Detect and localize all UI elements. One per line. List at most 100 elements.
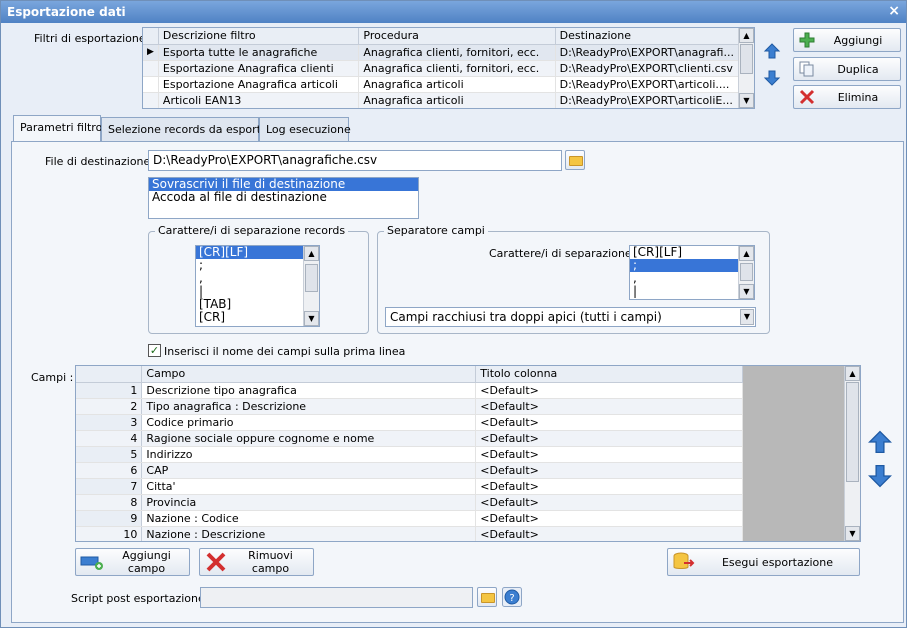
remove-icon	[206, 552, 226, 572]
field-row[interactable]: 3 Codice primario <Default>	[76, 414, 743, 431]
record-separator-list[interactable]: [CR][LF];, | [TAB] [CR] ▲ ▼	[195, 245, 320, 327]
field-number: 3	[76, 414, 143, 431]
filters-col-procedure[interactable]: Procedura	[358, 28, 556, 45]
field-row[interactable]: 9 Nazione : Codice <Default>	[76, 510, 743, 527]
field-column-title: <Default>	[475, 462, 743, 479]
title-bar: Esportazione dati ×	[1, 1, 906, 23]
record-separator-title: Carattere/i di separazione records	[155, 224, 349, 237]
script-browse-folder-icon[interactable]	[477, 587, 497, 607]
filters-col-marker	[143, 28, 159, 45]
record-sep-option[interactable]: ,	[196, 272, 304, 285]
filter-row[interactable]: Esportazione Anagrafica articoli Anagrafi…	[143, 76, 740, 93]
scroll-down-icon[interactable]: ▼	[845, 526, 860, 541]
field-name: Descrizione tipo anagrafica	[141, 382, 477, 399]
scroll-down-icon[interactable]: ▼	[304, 311, 319, 326]
field-name: Tipo anagrafica : Descrizione	[141, 398, 477, 415]
scroll-down-icon[interactable]: ▼	[739, 93, 754, 108]
remove-field-button[interactable]: Rimuovi campo	[199, 548, 314, 576]
filter-row[interactable]: Articoli EAN13 Anagrafica articoli D:\Read…	[143, 92, 740, 108]
quote-mode-select[interactable]: Campi racchiusi tra doppi apici (tutti i…	[385, 307, 756, 327]
field-sep-option[interactable]: ,	[630, 272, 739, 285]
fields-col-field[interactable]: Campo	[141, 366, 477, 383]
field-column-title: <Default>	[475, 430, 743, 447]
filter-description: Esporta tutte le anagrafiche	[158, 44, 360, 61]
dest-file-input[interactable]: D:\ReadyPro\EXPORT\anagrafiche.csv	[148, 150, 562, 171]
field-sep-option[interactable]: [CR][LF]	[630, 246, 739, 259]
write-mode-list[interactable]: Sovrascrivi il file di destinazione Acco…	[148, 177, 419, 219]
script-input[interactable]	[200, 587, 473, 608]
scroll-down-icon[interactable]: ▼	[739, 284, 754, 299]
row-marker	[143, 92, 159, 108]
filter-destination: D:\ReadyPro\EXPORT\articoliE...	[555, 92, 740, 108]
scroll-up-icon[interactable]: ▲	[739, 28, 754, 43]
plus-icon	[799, 32, 815, 48]
filter-procedure: Anagrafica clienti, fornitori, ecc.	[358, 44, 556, 61]
filters-col-description[interactable]: Descrizione filtro	[158, 28, 360, 45]
browse-folder-icon[interactable]	[565, 150, 585, 170]
filters-grid: Descrizione filtro Procedura Destinazion…	[142, 27, 755, 109]
duplicate-filter-button[interactable]: Duplica	[793, 57, 901, 81]
dest-label: File di destinazione :	[45, 155, 158, 168]
field-name: Nazione : Codice	[141, 510, 477, 527]
move-down-icon[interactable]	[762, 68, 782, 88]
tab-record-selection[interactable]: Selezione records da esportare	[101, 117, 279, 141]
scroll-thumb[interactable]	[846, 382, 859, 482]
field-sep-option[interactable]: ;	[630, 259, 739, 272]
field-move-down-icon[interactable]	[867, 463, 893, 489]
delete-filter-button[interactable]: Elimina	[793, 85, 901, 109]
field-number: 2	[76, 398, 143, 415]
field-move-up-icon[interactable]	[867, 429, 893, 455]
chevron-down-icon[interactable]: ▼	[740, 309, 754, 325]
scroll-thumb[interactable]	[740, 44, 753, 74]
record-sep-scrollbar[interactable]: ▲ ▼	[303, 246, 319, 326]
help-icon[interactable]: ?	[502, 587, 522, 607]
field-row[interactable]: 4 Ragione sociale oppure cognome e nome <D…	[76, 430, 743, 447]
field-column-title: <Default>	[475, 446, 743, 463]
field-sep-option[interactable]: |	[630, 285, 739, 298]
scroll-up-icon[interactable]: ▲	[845, 366, 860, 381]
close-icon[interactable]: ×	[888, 3, 900, 19]
scroll-thumb[interactable]	[740, 263, 753, 281]
field-row[interactable]: 2 Tipo anagrafica : Descrizione <Default>	[76, 398, 743, 415]
export-icon	[673, 552, 695, 569]
field-separator-list[interactable]: [CR][LF];, | ▲ ▼	[629, 245, 755, 300]
record-sep-option[interactable]: ;	[196, 259, 304, 272]
fields-grid: Campo Titolo colonna 1 Descrizione tipo a…	[75, 365, 861, 542]
fields-scrollbar[interactable]: ▲ ▼	[844, 366, 860, 541]
field-row[interactable]: 8 Provincia <Default>	[76, 494, 743, 511]
field-name: Provincia	[141, 494, 477, 511]
add-field-button[interactable]: Aggiungi campo	[75, 548, 190, 576]
tab-execution-log[interactable]: Log esecuzione	[259, 117, 351, 141]
field-row[interactable]: 6 CAP <Default>	[76, 462, 743, 479]
scroll-thumb[interactable]	[305, 264, 318, 292]
field-number: 6	[76, 462, 143, 479]
filter-destination: D:\ReadyPro\EXPORT\anagrafi...	[555, 44, 740, 61]
filter-description: Articoli EAN13	[158, 92, 360, 108]
filters-scrollbar[interactable]: ▲ ▼	[738, 28, 754, 108]
field-row[interactable]: 5 Indirizzo <Default>	[76, 446, 743, 463]
script-label: Script post esportazione :	[71, 592, 212, 605]
field-row[interactable]: 1 Descrizione tipo anagrafica <Default>	[76, 382, 743, 399]
field-column-title: <Default>	[475, 478, 743, 495]
filters-col-destination[interactable]: Destinazione	[555, 28, 740, 45]
tab-filter-params[interactable]: Parametri filtro	[13, 115, 102, 141]
field-number: 10	[76, 526, 143, 541]
header-row-checkbox[interactable]: ✓	[148, 344, 161, 357]
filter-row[interactable]: Esportazione Anagrafica clienti Anagrafic…	[143, 60, 740, 77]
fields-col-title[interactable]: Titolo colonna	[475, 366, 743, 383]
run-export-button[interactable]: Esegui esportazione	[667, 548, 860, 576]
field-sep-scrollbar[interactable]: ▲ ▼	[738, 246, 754, 299]
record-sep-option[interactable]: [CR]	[196, 311, 304, 324]
filter-row[interactable]: ▶ Esporta tutte le anagrafiche Anagrafica …	[143, 44, 740, 61]
scroll-up-icon[interactable]: ▲	[739, 246, 754, 261]
field-row[interactable]: 10 Nazione : Descrizione <Default>	[76, 526, 743, 541]
field-name: Citta'	[141, 478, 477, 495]
field-row[interactable]: 7 Citta' <Default>	[76, 478, 743, 495]
scroll-up-icon[interactable]: ▲	[304, 246, 319, 261]
add-filter-button[interactable]: Aggiungi	[793, 28, 901, 52]
record-sep-option[interactable]: [CR][LF]	[196, 246, 304, 259]
move-up-icon[interactable]	[762, 41, 782, 61]
fields-label: Campi :	[31, 371, 74, 384]
append-option[interactable]: Accoda al file di destinazione	[149, 191, 418, 204]
filter-procedure: Anagrafica articoli	[358, 76, 556, 93]
